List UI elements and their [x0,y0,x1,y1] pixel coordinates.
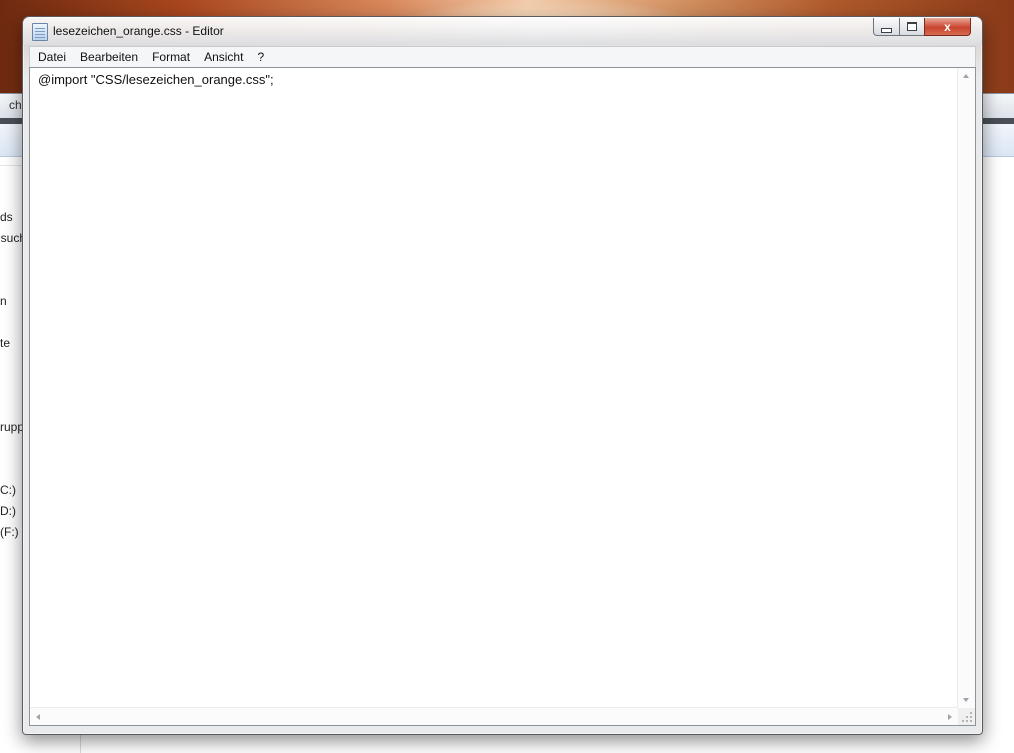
notepad-icon [32,23,48,41]
menu-format[interactable]: Format [145,48,197,66]
nav-item-drive-f[interactable]: (F:) [0,525,19,539]
minimize-button[interactable] [873,18,900,36]
menu-help[interactable]: ? [250,48,271,66]
nav-item-drive-d[interactable]: D:) [0,504,16,518]
nav-item-downloads[interactable]: ds [0,210,13,224]
text-editor-area[interactable]: @import "CSS/lesezeichen_orange.css"; [29,67,976,726]
nav-item-drive-c[interactable]: C:) [0,483,16,497]
nav-item-te[interactable]: te [0,336,10,350]
minimize-icon [881,27,892,33]
scroll-left-button[interactable] [30,708,47,725]
arrow-up-icon [963,74,969,78]
scroll-up-button[interactable] [958,68,975,85]
close-icon: x [944,19,951,34]
nav-item-n[interactable]: n [0,294,7,308]
scroll-down-button[interactable] [958,691,975,708]
maximize-button[interactable] [899,18,925,36]
nav-item-group[interactable]: rupp [0,420,24,434]
menu-bar: Datei Bearbeiten Format Ansicht ? [29,46,976,68]
menu-view[interactable]: Ansicht [197,48,250,66]
menu-edit[interactable]: Bearbeiten [73,48,145,66]
window-titlebar[interactable]: lesezeichen_orange.css - Editor [23,17,982,45]
horizontal-scrollbar[interactable] [30,707,958,725]
window-title: lesezeichen_orange.css - Editor [53,24,224,38]
menu-file[interactable]: Datei [30,48,73,66]
vertical-scrollbar[interactable] [957,68,975,708]
close-button[interactable]: x [924,18,971,36]
scroll-right-button[interactable] [941,708,958,725]
arrow-left-icon [36,714,40,720]
notepad-window: lesezeichen_orange.css - Editor x Datei … [22,16,983,735]
explorer-tab-text: ch [9,98,22,112]
arrow-down-icon [963,698,969,702]
editor-content[interactable]: @import "CSS/lesezeichen_orange.css"; [38,72,274,87]
maximize-icon [907,22,917,31]
arrow-right-icon [948,714,952,720]
resize-grip-icon[interactable] [958,708,975,725]
